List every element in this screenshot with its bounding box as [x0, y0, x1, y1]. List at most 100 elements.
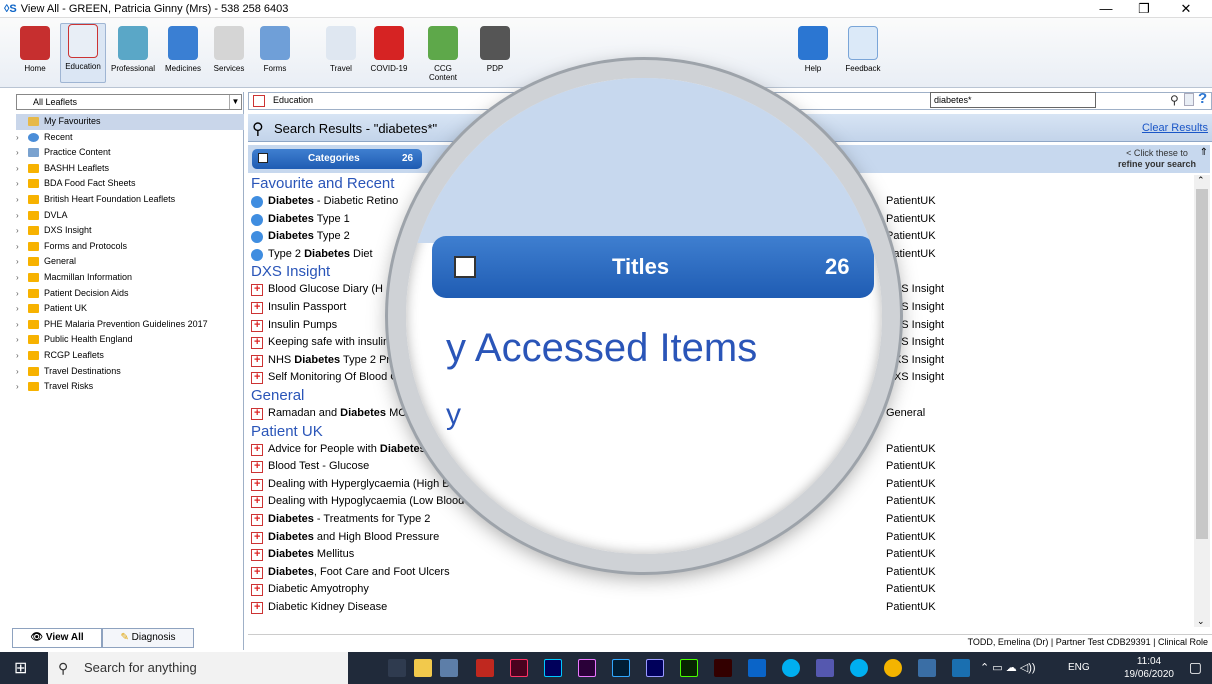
file-explorer-icon[interactable] — [414, 659, 432, 677]
result-row[interactable]: Diabetes, Foot Care and Foot Ulcers Patie… — [248, 564, 1194, 581]
expand-icon[interactable]: › — [16, 286, 19, 302]
results-scrollbar[interactable]: ⌃ ⌄ — [1194, 175, 1210, 627]
tree-item-bhf[interactable]: › British Heart Foundation Leaflets — [16, 192, 244, 208]
expand-icon[interactable]: › — [16, 301, 19, 317]
toolbar-covid-button[interactable]: COVID-19 — [366, 26, 412, 73]
tree-item-my-favourites[interactable]: My Favourites — [16, 114, 244, 130]
toolbar-ccg-content-button[interactable]: CCG Content — [420, 26, 466, 82]
tree-item-phe-malaria[interactable]: › PHE Malaria Prevention Guidelines 2017 — [16, 317, 244, 333]
expand-icon[interactable]: › — [16, 239, 19, 255]
magnified-text-fragment-2: y — [446, 398, 461, 431]
scroll-down-icon[interactable]: ⌄ — [1197, 616, 1205, 627]
tree-item-macmillan[interactable]: › Macmillan Information — [16, 270, 244, 286]
dreamweaver-icon[interactable] — [680, 659, 698, 677]
result-row[interactable]: Diabetic Kidney Disease PatientUK — [248, 599, 1194, 616]
expand-icon[interactable]: › — [16, 130, 19, 146]
search-tool-icon[interactable]: ⚲ — [1170, 93, 1179, 107]
taskbar-clock[interactable]: 11:04 19/06/2020 — [1124, 655, 1174, 681]
skype-business-icon[interactable] — [850, 659, 868, 677]
tree-item-practice-content[interactable]: › Practice Content — [16, 145, 244, 161]
tree-item-forms-protocols[interactable]: › Forms and Protocols — [16, 239, 244, 255]
leaflet-icon — [251, 352, 263, 369]
tree-item-dxs-insight[interactable]: › DXS Insight — [16, 223, 244, 239]
tree-item-travel-destinations[interactable]: › Travel Destinations — [16, 364, 244, 380]
toolbar-professional-button[interactable]: Professional — [110, 26, 156, 73]
tray-icons[interactable]: ⌃ ▭ ☁ ◁)) — [980, 661, 1036, 674]
expand-icon[interactable]: › — [16, 223, 19, 239]
categories-toggle[interactable]: Categories 26 — [252, 149, 422, 169]
scroll-thumb[interactable] — [1196, 189, 1208, 539]
expand-icon[interactable]: › — [16, 364, 19, 380]
expand-icon[interactable]: › — [16, 379, 19, 395]
outlook-icon[interactable] — [748, 659, 766, 677]
window-titlebar: ◊S View All - GREEN, Patricia Ginny (Mrs… — [0, 0, 1212, 18]
language-indicator[interactable]: ENG — [1068, 662, 1090, 673]
indesign-icon[interactable] — [510, 659, 528, 677]
expand-icon[interactable]: › — [16, 145, 19, 161]
document-icon[interactable] — [1184, 93, 1194, 106]
tab-view-all[interactable]: 👁 View All — [12, 628, 102, 648]
toolbar-medicines-button[interactable]: Medicines — [160, 26, 206, 73]
windows-start-icon[interactable]: ⊞ — [14, 658, 27, 678]
window-title: View All - GREEN, Patricia Ginny (Mrs) -… — [20, 2, 289, 15]
expand-icon[interactable]: › — [16, 317, 19, 333]
tree-item-general[interactable]: › General — [16, 254, 244, 270]
leaflet-icon — [251, 334, 263, 352]
star-icon — [28, 117, 39, 126]
toolbar-services-button[interactable]: Services — [206, 26, 252, 73]
leaflet-filter-select[interactable]: All Leaflets ▼ — [16, 94, 242, 110]
expand-icon[interactable]: › — [16, 348, 19, 364]
taskbar-search-input[interactable]: ⚲ Search for anything — [48, 652, 348, 684]
tree-item-bda[interactable]: › BDA Food Fact Sheets — [16, 176, 244, 192]
clear-results-link[interactable]: Clear Results — [1142, 122, 1208, 134]
toolbar-pdp-button[interactable]: PDP — [472, 26, 518, 73]
chrome-icon[interactable] — [884, 659, 902, 677]
minimize-button[interactable]: — — [1086, 0, 1126, 18]
toolbar-home-button[interactable]: Home — [12, 26, 58, 73]
tree-item-travel-risks[interactable]: › Travel Risks — [16, 379, 244, 395]
skype-icon[interactable] — [782, 659, 800, 677]
toolbar-forms-button[interactable]: Forms — [252, 26, 298, 73]
expand-icon[interactable]: › — [16, 270, 19, 286]
scroll-up-icon[interactable]: ⌃ — [1197, 175, 1205, 186]
tab-diagnosis[interactable]: ✎ Diagnosis — [102, 628, 194, 648]
collapse-icon[interactable]: ⇑ — [1200, 147, 1208, 158]
expand-icon[interactable]: › — [16, 192, 19, 208]
tree-item-phe[interactable]: › Public Health England — [16, 332, 244, 348]
task-view-icon[interactable] — [388, 659, 406, 677]
teams-icon[interactable] — [816, 659, 834, 677]
after-effects-icon[interactable] — [646, 659, 664, 677]
expand-icon[interactable]: › — [16, 176, 19, 192]
toolbar-help-button[interactable]: Help — [790, 26, 836, 73]
tree-item-rcgp[interactable]: › RCGP Leaflets — [16, 348, 244, 364]
photoshop-icon[interactable] — [612, 659, 630, 677]
remote-desktop-icon[interactable] — [918, 659, 936, 677]
result-row[interactable]: Diabetic Amyotrophy PatientUK — [248, 581, 1194, 599]
expand-icon[interactable]: › — [16, 254, 19, 270]
app-icon[interactable] — [440, 659, 458, 677]
search-input[interactable]: diabetes* — [930, 92, 1096, 108]
restore-button[interactable]: ❐ — [1124, 0, 1164, 18]
acrobat-icon[interactable] — [476, 659, 494, 677]
notifications-icon[interactable]: ▢ — [1189, 659, 1202, 676]
expand-icon[interactable]: › — [16, 208, 19, 224]
dxs-icon[interactable] — [952, 659, 970, 677]
expand-icon[interactable]: › — [16, 332, 19, 348]
toolbar-education-button[interactable]: Education — [60, 23, 106, 83]
search-icon: ⚲ — [58, 660, 69, 676]
tree-item-decision-aids[interactable]: › Patient Decision Aids — [16, 286, 244, 302]
premiere-icon[interactable] — [578, 659, 596, 677]
tree-item-bashh[interactable]: › BASHH Leaflets — [16, 161, 244, 177]
expand-icon[interactable]: › — [16, 161, 19, 177]
illustrator-icon[interactable] — [714, 659, 732, 677]
close-button[interactable]: ✕ — [1166, 0, 1206, 18]
help-icon[interactable]: ? — [1198, 90, 1207, 107]
toolbar-travel-button[interactable]: Travel — [318, 26, 364, 73]
toolbar-feedback-button[interactable]: Feedback — [840, 26, 886, 73]
tree-item-recent[interactable]: › Recent — [16, 130, 244, 146]
audition-icon[interactable] — [544, 659, 562, 677]
chevron-down-icon[interactable]: ▼ — [229, 95, 241, 109]
tree-item-dvla[interactable]: › DVLA — [16, 208, 244, 224]
checkbox-icon[interactable] — [258, 153, 268, 163]
tree-item-patient-uk[interactable]: › Patient UK — [16, 301, 244, 317]
